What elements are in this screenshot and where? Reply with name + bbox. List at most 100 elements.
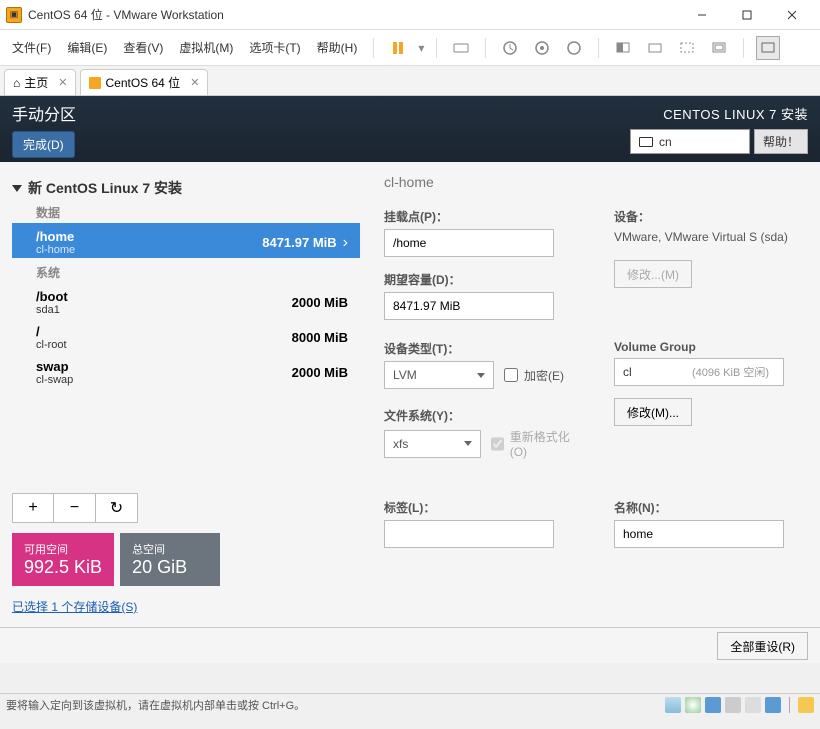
device-value: VMware, VMware Virtual S (sda) [614,229,804,246]
reload-button[interactable]: ↻ [96,493,138,523]
available-space-label: 可用空间 [24,541,102,557]
detail-heading: cl-home [384,174,804,190]
device-name: cl-home [36,244,75,256]
partition-buttons: + − ↻ [12,493,360,523]
view-console-icon[interactable] [611,36,635,60]
volume-group-select[interactable]: cl (4096 KiB 空闲) [614,358,784,386]
menu-view[interactable]: 查看(V) [119,35,167,60]
sound-icon[interactable] [745,697,761,713]
message-icon[interactable] [798,697,814,713]
capacity-label: 期望容量(D)： [384,271,574,288]
installer-bottom-bar: 全部重设(R) [0,627,820,663]
brand-label: CENTOS LINUX 7 安装 [663,104,808,123]
install-tree-header[interactable]: 新 CentOS Linux 7 安装 [12,174,360,202]
tab-bar: ⌂ 主页 ✕ CentOS 64 位 ✕ [0,66,820,96]
cd-icon[interactable] [685,697,701,713]
tab-vm-label: CentOS 64 位 [105,74,180,91]
window-title: CentOS 64 位 - VMware Workstation [28,6,679,23]
done-button[interactable]: 完成(D) [12,131,75,158]
close-icon[interactable]: ✕ [58,76,67,89]
view-stretch-icon[interactable] [643,36,667,60]
menu-tabs[interactable]: 选项卡(T) [245,35,304,60]
status-text: 要将输入定向到该虚拟机，请在虚拟机内部单击或按 Ctrl+G。 [6,697,305,713]
toolbar-divider [373,38,374,58]
app-icon: ▣ [6,7,22,23]
mount-point: /home [36,229,75,244]
remove-partition-button[interactable]: − [54,493,96,523]
triangle-down-icon [12,185,22,192]
help-button[interactable]: 帮助！ [754,129,808,154]
encrypt-checkbox[interactable] [504,368,518,382]
tab-home-label: 主页 [24,74,48,91]
device-type-label: 设备类型(T)： [384,340,574,357]
menu-help[interactable]: 帮助(H) [313,35,362,60]
fullscreen-icon[interactable] [707,36,731,60]
device-name: cl-root [36,339,67,351]
total-space-value: 20 GiB [132,557,208,578]
partition-row-swap[interactable]: swap cl-swap 2000 MiB [12,353,360,388]
minimize-button[interactable] [679,1,724,29]
dropdown-caret-icon[interactable]: ▾ [418,41,424,55]
home-icon: ⌂ [13,76,20,90]
close-icon[interactable]: ✕ [190,76,199,89]
reset-all-button[interactable]: 全部重设(R) [717,632,808,660]
snapshot-revert-icon[interactable] [562,36,586,60]
status-bar: 要将输入定向到该虚拟机，请在虚拟机内部单击或按 Ctrl+G。 [0,693,820,715]
device-type-value: LVM [393,368,417,382]
menu-vm[interactable]: 虚拟机(M) [175,35,237,60]
snapshot-icon[interactable] [498,36,522,60]
view-unity-icon[interactable] [675,36,699,60]
printer-icon[interactable] [725,697,741,713]
add-partition-button[interactable]: + [12,493,54,523]
device-type-select[interactable]: LVM [384,361,494,389]
page-title: 手动分区 [12,101,76,125]
volume-group-label: Volume Group [614,340,804,354]
status-divider [789,697,790,713]
storage-devices-link[interactable]: 已选择 1 个存储设备(S) [12,598,360,615]
chevron-right-icon: › [343,234,348,252]
partition-row-root[interactable]: / cl-root 8000 MiB [12,318,360,353]
menu-edit[interactable]: 编辑(E) [63,35,111,60]
send-keys-icon[interactable] [449,36,473,60]
encrypt-label: 加密(E) [524,367,564,384]
thumbnail-bar-icon[interactable] [756,36,780,60]
name-input[interactable] [614,520,784,548]
volume-group-name: cl [623,365,632,379]
partition-row-home[interactable]: /home cl-home 8471.97 MiB › [12,223,360,258]
network-icon[interactable] [705,697,721,713]
install-tree-title: 新 CentOS Linux 7 安装 [28,178,182,198]
tab-vm[interactable]: CentOS 64 位 ✕ [80,69,208,95]
filesystem-value: xfs [393,437,408,451]
disk-icon[interactable] [665,697,681,713]
pause-button[interactable] [386,36,410,60]
filesystem-label: 文件系统(Y)： [384,407,574,424]
keyboard-layout-selector[interactable]: cn [630,129,750,154]
mount-point-input[interactable] [384,229,554,257]
partition-size: 8471.97 MiB [262,235,336,250]
filesystem-select[interactable]: xfs [384,430,481,458]
chevron-down-icon [477,373,485,378]
display-icon[interactable] [765,697,781,713]
partition-row-boot[interactable]: /boot sda1 2000 MiB [12,283,360,318]
maximize-button[interactable] [724,1,769,29]
modify-vg-button[interactable]: 修改(M)... [614,398,692,426]
partition-size: 8000 MiB [292,330,348,345]
keyboard-icon [639,137,653,147]
available-space-value: 992.5 KiB [24,557,102,578]
menu-file[interactable]: 文件(F) [8,35,55,60]
snapshot-manage-icon[interactable] [530,36,554,60]
vm-icon [89,77,101,89]
installer-header: 手动分区 完成(D) CENTOS LINUX 7 安装 cn 帮助！ [0,96,820,162]
keyboard-layout-label: cn [659,135,672,149]
capacity-input[interactable] [384,292,554,320]
name-field-label: 名称(N)： [614,499,804,516]
tab-home[interactable]: ⌂ 主页 ✕ [4,69,76,95]
label-input[interactable] [384,520,554,548]
mount-point: / [36,324,67,339]
mount-point-label: 挂载点(P)： [384,208,574,225]
modify-device-button[interactable]: 修改...(M) [614,260,692,288]
close-button[interactable] [769,1,814,29]
device-label: 设备： [614,208,804,225]
device-name: cl-swap [36,374,73,386]
reformat-checkbox [491,437,504,451]
